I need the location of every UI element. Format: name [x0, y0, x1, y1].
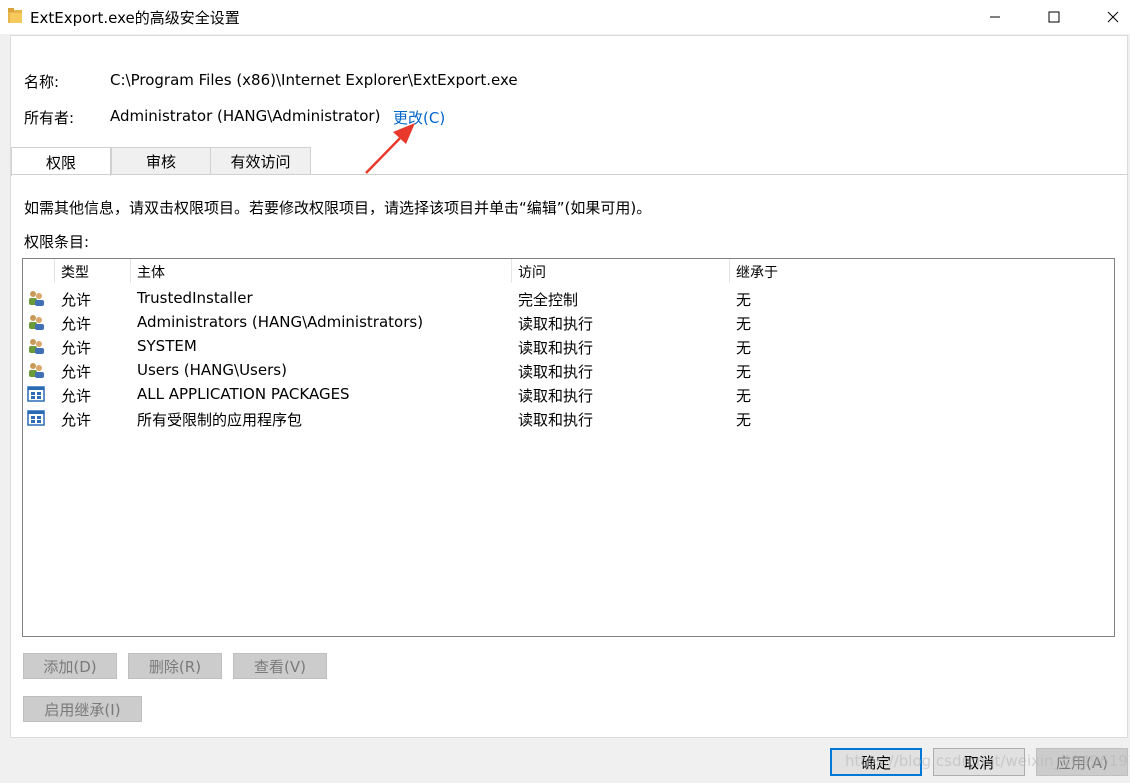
tab-divider: [11, 174, 1128, 175]
watermark: https://blog.csdn.net/weixin_40496191: [845, 752, 1130, 770]
instructions-text: 如需其他信息，请双击权限项目。若要修改权限项目，请选择该项目并单击“编辑”(如果…: [24, 199, 652, 217]
cell-inherited-from: 无: [736, 387, 752, 405]
column-separator: [54, 259, 55, 283]
name-label: 名称:: [24, 73, 60, 91]
cell-principal: ALL APPLICATION PACKAGES: [137, 385, 350, 403]
maximize-icon: [1048, 11, 1060, 23]
cell-principal: 所有受限制的应用程序包: [137, 411, 303, 429]
cell-type: 允许: [61, 363, 92, 381]
cell-access: 读取和执行: [518, 315, 594, 333]
app-package-icon: [27, 410, 45, 426]
cell-principal: Administrators (HANG\Administrators): [137, 313, 424, 331]
users-icon: [27, 338, 45, 354]
enable-inheritance-button[interactable]: 启用继承(I): [23, 696, 142, 722]
cell-inherited-from: 无: [736, 411, 752, 429]
cell-access: 读取和执行: [518, 411, 594, 429]
table-row[interactable]: 允许 TrustedInstaller 完全控制 无: [23, 286, 1113, 310]
cell-type: 允许: [61, 411, 92, 429]
title-bar: ExtExport.exe的高级安全设置: [0, 0, 1130, 34]
cell-inherited-from: 无: [736, 291, 752, 309]
table-row[interactable]: 允许 Users (HANG\Users) 读取和执行 无: [23, 358, 1113, 382]
maximize-button[interactable]: [1031, 0, 1077, 34]
cell-access: 完全控制: [518, 291, 579, 309]
cell-access: 读取和执行: [518, 363, 594, 381]
cell-inherited-from: 无: [736, 363, 752, 381]
cell-access: 读取和执行: [518, 387, 594, 405]
cell-type: 允许: [61, 291, 92, 309]
table-row[interactable]: 允许 SYSTEM 读取和执行 无: [23, 334, 1113, 358]
close-icon: [1107, 11, 1119, 23]
tab-auditing[interactable]: 审核: [111, 147, 211, 175]
app-package-icon: [27, 386, 45, 402]
table-row[interactable]: 允许 Administrators (HANG\Administrators) 读取…: [23, 310, 1113, 334]
users-icon: [27, 290, 45, 306]
name-value: C:\Program Files (x86)\Internet Explorer…: [110, 71, 518, 89]
column-header-access[interactable]: 访问: [518, 262, 546, 282]
owner-label: 所有者:: [24, 109, 75, 127]
column-separator: [511, 259, 512, 283]
table-row[interactable]: 允许 ALL APPLICATION PACKAGES 读取和执行 无: [23, 382, 1113, 406]
table-row[interactable]: 允许 所有受限制的应用程序包 读取和执行 无: [23, 406, 1113, 430]
close-button[interactable]: [1090, 0, 1130, 34]
cell-type: 允许: [61, 387, 92, 405]
cell-type: 允许: [61, 339, 92, 357]
minimize-button[interactable]: [972, 0, 1018, 34]
cell-principal: TrustedInstaller: [137, 289, 253, 307]
cell-inherited-from: 无: [736, 339, 752, 357]
column-header-principal[interactable]: 主体: [137, 262, 165, 282]
minimize-icon: [990, 16, 1000, 18]
column-separator: [130, 259, 131, 283]
tab-permissions[interactable]: 权限: [11, 147, 111, 176]
folder-icon: [8, 8, 22, 23]
cell-type: 允许: [61, 315, 92, 333]
cell-access: 读取和执行: [518, 339, 594, 357]
entries-label: 权限条目:: [24, 233, 90, 251]
column-separator: [729, 259, 730, 283]
window-title: ExtExport.exe的高级安全设置: [30, 9, 240, 27]
tab-effective-access[interactable]: 有效访问: [210, 147, 311, 175]
cell-principal: Users (HANG\Users): [137, 361, 287, 379]
users-icon: [27, 314, 45, 330]
add-button[interactable]: 添加(D): [23, 653, 117, 679]
owner-value: Administrator (HANG\Administrator): [110, 107, 381, 125]
view-button[interactable]: 查看(V): [233, 653, 327, 679]
remove-button[interactable]: 删除(R): [128, 653, 222, 679]
users-icon: [27, 362, 45, 378]
annotation-arrow-icon: [365, 123, 415, 174]
column-header-type[interactable]: 类型: [61, 262, 89, 282]
cell-principal: SYSTEM: [137, 337, 197, 355]
cell-inherited-from: 无: [736, 315, 752, 333]
column-header-inherited-from[interactable]: 继承于: [736, 262, 778, 282]
